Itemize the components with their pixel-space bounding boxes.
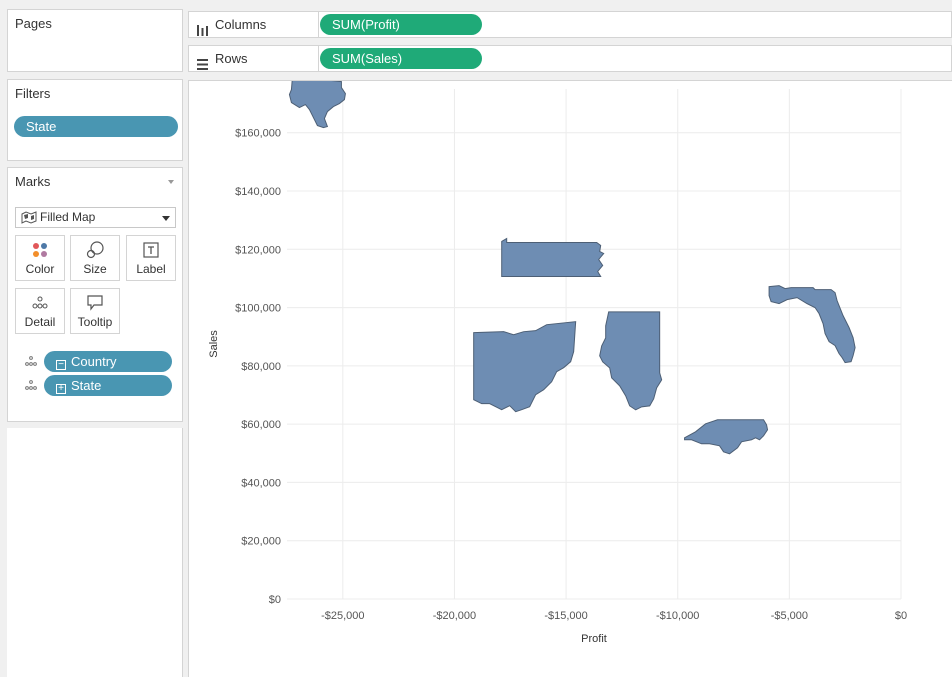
x-tick-label: -$25,000 xyxy=(321,610,364,622)
y-tick-label: $80,000 xyxy=(241,361,281,373)
size-icon xyxy=(71,241,119,259)
x-tick-label: -$20,000 xyxy=(433,610,476,622)
y-tick-label: $60,000 xyxy=(241,419,281,431)
detail-dots-icon xyxy=(25,380,37,393)
y-tick-label: $20,000 xyxy=(241,536,281,548)
y-tick-label: $40,000 xyxy=(241,477,281,489)
label-label: Label xyxy=(136,262,166,276)
marks-title: Marks xyxy=(15,174,51,189)
left-pane-empty xyxy=(7,428,183,677)
mark-type-select[interactable]: Filled Map xyxy=(15,207,176,228)
color-button[interactable]: Color xyxy=(15,235,65,281)
state-mark-pennsylvania[interactable] xyxy=(501,237,605,277)
detail-dots-icon xyxy=(25,356,37,369)
state-mark-ohio[interactable] xyxy=(473,321,577,413)
color-icon xyxy=(16,241,64,259)
state-shape[interactable] xyxy=(501,237,605,277)
viz-canvas[interactable]: -$25,000 -$20,000 -$15,000 -$10,000 -$5,000 $… xyxy=(188,77,952,677)
columns-icon xyxy=(197,19,208,44)
state-mark-florida[interactable] xyxy=(768,285,856,364)
rows-pill[interactable]: SUM(Sales) xyxy=(320,48,482,69)
y-tick-label: $100,000 xyxy=(235,303,281,315)
size-button[interactable]: Size xyxy=(70,235,120,281)
y-tick-label: $160,000 xyxy=(235,128,281,140)
expand-icon[interactable]: + xyxy=(56,384,66,394)
color-label: Color xyxy=(25,262,55,276)
state-shape[interactable] xyxy=(684,419,769,455)
columns-label-text: Columns xyxy=(215,17,267,32)
rows-icon xyxy=(197,53,208,78)
y-tick-label: $0 xyxy=(269,594,281,606)
filters-title: Filters xyxy=(15,86,51,101)
columns-shelf-label: Columns xyxy=(189,12,319,37)
columns-shelf[interactable]: Columns SUM(Profit) xyxy=(188,11,952,38)
rows-pill-label: SUM(Sales) xyxy=(332,51,403,66)
text-label-icon xyxy=(127,241,175,259)
columns-pill-label: SUM(Profit) xyxy=(332,17,400,32)
mark-type-value: Filled Map xyxy=(40,210,96,224)
x-tick-label: -$5,000 xyxy=(771,610,808,622)
detail-label: Detail xyxy=(24,315,56,329)
tableau-workspace: Pages Filters State Marks Filled Map Col… xyxy=(0,0,952,677)
columns-pill[interactable]: SUM(Profit) xyxy=(320,14,482,35)
detail-button[interactable]: Detail xyxy=(15,288,65,334)
filter-pill-label: State xyxy=(26,119,57,134)
state-mark-north-carolina[interactable] xyxy=(684,419,769,455)
marks-menu-icon[interactable] xyxy=(168,180,174,184)
state-shape[interactable] xyxy=(288,77,346,129)
x-tick-label: $0 xyxy=(895,610,907,622)
pages-card[interactable]: Pages xyxy=(7,9,183,72)
y-tick-label: $140,000 xyxy=(235,186,281,198)
field-pill-country[interactable]: − Country xyxy=(44,351,172,372)
tooltip-button[interactable]: Tooltip xyxy=(70,288,120,334)
tooltip-label: Tooltip xyxy=(77,315,113,329)
marks-card: Marks Filled Map Color Size Label Detail… xyxy=(7,167,183,422)
rows-shelf-label: Rows xyxy=(189,46,319,71)
y-axis-title: Sales xyxy=(208,330,220,358)
state-shape[interactable] xyxy=(473,321,577,413)
filter-pill-state[interactable]: State xyxy=(14,116,178,137)
y-tick-label: $120,000 xyxy=(235,244,281,256)
x-tick-label: -$10,000 xyxy=(656,610,699,622)
field-pill-label: Country xyxy=(71,354,117,369)
rows-shelf[interactable]: Rows SUM(Sales) xyxy=(188,45,952,72)
state-shape[interactable] xyxy=(768,285,856,364)
filters-card[interactable]: Filters State xyxy=(7,79,183,161)
x-tick-label: -$15,000 xyxy=(544,610,587,622)
filled-map-icon xyxy=(21,211,37,230)
chevron-down-icon xyxy=(162,216,170,221)
state-mark-texas[interactable] xyxy=(288,77,346,129)
size-label: Size xyxy=(83,262,107,276)
field-pill-state[interactable]: + State xyxy=(44,375,172,396)
tooltip-icon xyxy=(71,294,119,312)
collapse-icon[interactable]: − xyxy=(56,360,66,370)
label-button[interactable]: Label xyxy=(126,235,176,281)
x-axis-title: Profit xyxy=(581,633,607,645)
state-mark-illinois[interactable] xyxy=(599,311,663,411)
field-pill-label: State xyxy=(71,378,102,393)
filled-map-chart[interactable]: -$25,000 -$20,000 -$15,000 -$10,000 -$5,000 $… xyxy=(189,77,952,677)
pages-title: Pages xyxy=(15,16,52,31)
detail-icon xyxy=(16,294,64,312)
state-shape[interactable] xyxy=(599,311,663,411)
rows-label-text: Rows xyxy=(215,51,248,66)
